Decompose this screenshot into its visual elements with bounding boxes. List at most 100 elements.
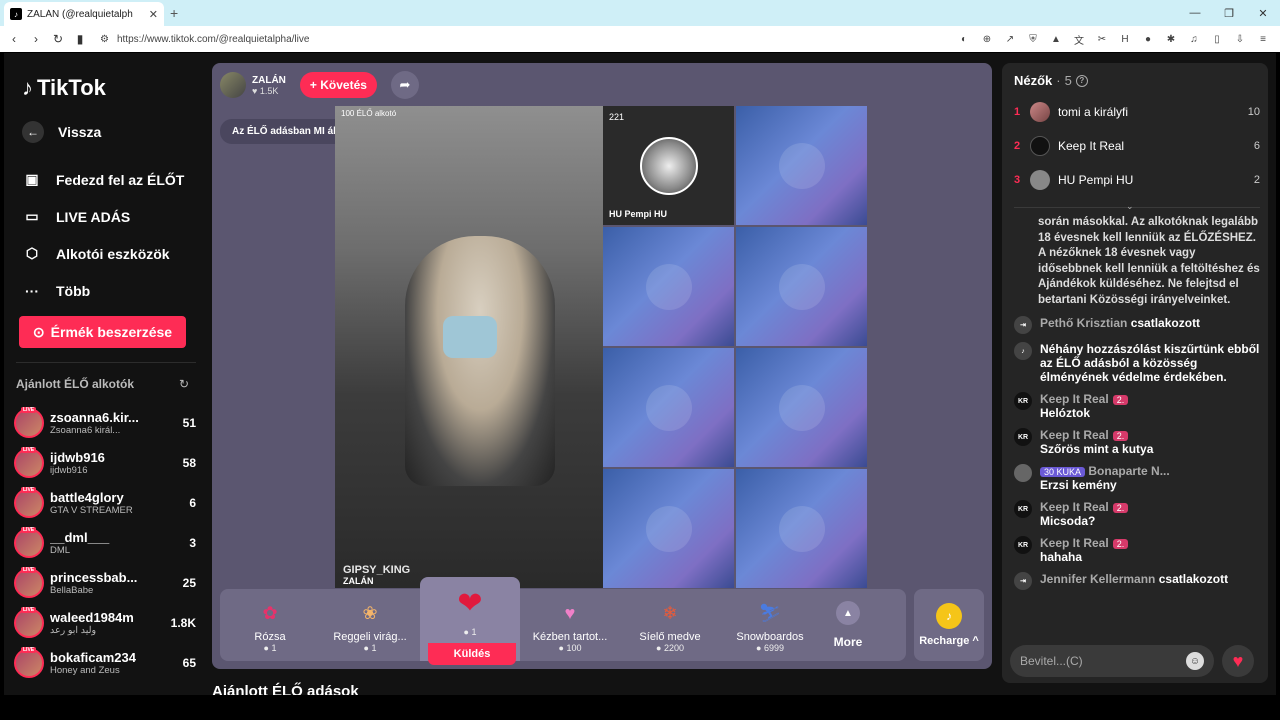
bookmark-icon[interactable]: ▮ [72, 31, 88, 47]
chevron-down-icon[interactable]: ⌄ [1126, 201, 1134, 212]
creator-item[interactable]: LIVE ijdwb916 ijdwb916 58 [14, 443, 196, 483]
sidebar-icon[interactable]: ▯ [1210, 32, 1224, 46]
site-info-icon[interactable]: ⚙ [100, 34, 109, 45]
translate-icon[interactable]: 文 [1072, 32, 1086, 47]
sidebar-item-explore-live[interactable]: ▣ Fedezd fel az ÉLŐT [22, 161, 184, 198]
maximize-icon[interactable]: ❐ [1212, 0, 1246, 26]
video-viewer-count: 100 [341, 109, 355, 118]
gift-snowboarder[interactable]: ⛷ Snowboardos ● 6999 [720, 589, 820, 661]
creator-subtitle: BellaBabe [50, 585, 94, 596]
music-icon[interactable]: ♫ [1187, 32, 1201, 46]
sidebar-menu: ▣ Fedezd fel az ÉLŐT ▭ LIVE ADÁS ⬡ Alkot… [22, 161, 184, 309]
creator-name: __dml___ [50, 530, 110, 545]
chat-user[interactable]: Keep It Real [1040, 536, 1109, 550]
hls-icon[interactable]: H [1118, 32, 1132, 46]
creator-item[interactable]: LIVE zsoanna6.kir... Zsoanna6 királ... 51 [14, 403, 196, 443]
sidebar-item-creator-tools[interactable]: ⬡ Alkotói eszközök [22, 235, 184, 272]
viewer-score: 6 [1253, 140, 1260, 152]
chat-user[interactable]: Bonaparte N... [1088, 464, 1169, 478]
close-window-icon[interactable]: ✕ [1246, 0, 1280, 26]
creator-item[interactable]: LIVE bokaficam234 Honey and Zeus 65 [14, 643, 196, 683]
chat-user[interactable]: Pethő Krisztian [1040, 316, 1127, 330]
circle-icon[interactable]: ● [1141, 32, 1155, 46]
chat-user[interactable]: Keep It Real [1040, 392, 1109, 406]
new-tab-icon[interactable]: + [170, 5, 178, 21]
sidebar-item-live[interactable]: ▭ LIVE ADÁS [22, 198, 184, 235]
top-viewer-row[interactable]: 1 tomi a királyfi 10 [1014, 95, 1260, 129]
send-gift-button[interactable]: Küldés [428, 643, 516, 665]
close-tab-icon[interactable]: ✕ [149, 8, 158, 21]
back-icon[interactable]: ‹ [6, 31, 22, 47]
share-icon[interactable]: ➦ [390, 71, 419, 99]
address-bar[interactable]: ⚙ https://www.tiktok.com/@realquietalpha… [94, 29, 784, 49]
tiktok-note-icon: ♪ [22, 75, 33, 100]
tools-icon[interactable]: ✂ [1095, 32, 1109, 46]
host-likes: ♥ 1.5K [252, 85, 279, 96]
sidebar-item-more[interactable]: ··· Több [22, 272, 184, 309]
extension-icon[interactable]: ◐ [957, 32, 971, 46]
puzzle-icon[interactable]: ✱ [1164, 32, 1178, 46]
host-name[interactable]: ZALÁN [252, 75, 286, 86]
more-gifts-button[interactable]: ▲ More [820, 589, 876, 661]
empty-guest-slot[interactable] [736, 469, 867, 588]
creator-item[interactable]: LIVE princessbab... BellaBabe 25 [14, 563, 196, 603]
share-icon[interactable]: ↗ [1003, 32, 1017, 46]
live-video[interactable]: GIPSY_KING ZALÁN [335, 106, 603, 588]
empty-guest-slot[interactable] [736, 227, 867, 346]
empty-guest-slot[interactable] [736, 106, 867, 225]
viewers-label: Nézők [1014, 73, 1053, 88]
guest-cell[interactable]: 221 HU Pempi HU [603, 106, 734, 225]
back-button[interactable]: ← Vissza [22, 121, 101, 143]
empty-guest-slot[interactable] [736, 348, 867, 467]
triangle-icon[interactable]: ▲ [1049, 32, 1063, 46]
chat-user[interactable]: Keep It Real [1040, 500, 1109, 514]
download-icon[interactable]: ⇩ [1233, 32, 1247, 46]
gift-skiing-bear[interactable]: ❄ Síelő medve ● 2200 [620, 589, 720, 661]
menu-icon[interactable]: ≡ [1256, 32, 1270, 46]
top-viewer-row[interactable]: 3 HU Pempi HU 2 [1014, 163, 1260, 197]
creator-item[interactable]: LIVE __dml___ DML 3 [14, 523, 196, 563]
sidebar-item-label: Fedezd fel az ÉLŐT [56, 171, 185, 188]
chevron-up-icon: ▲ [836, 601, 860, 625]
shield-icon[interactable]: ⛨ [1026, 32, 1040, 46]
viewer-name: HU Pempi HU [1058, 173, 1134, 187]
help-icon[interactable]: ? [1075, 74, 1088, 87]
minimize-icon[interactable]: — [1178, 0, 1212, 26]
creator-item[interactable]: LIVE waleed1984m وليد ابو رعد 1.8K [14, 603, 196, 643]
user-placeholder-icon [778, 263, 825, 310]
creator-subtitle: Zsoanna6 királ... [50, 425, 121, 436]
refresh-icon[interactable]: ↻ [179, 377, 189, 391]
tab-title: ZALÁN (@realquietalph [27, 8, 133, 20]
tiktok-logo[interactable]: ♪ TikTok [22, 75, 106, 101]
chat-input[interactable]: Bevitel...(C) ☺ [1010, 645, 1214, 677]
like-heart-icon[interactable]: ♥ [1222, 645, 1254, 677]
empty-guest-slot[interactable] [603, 348, 734, 467]
gift-held-hands[interactable]: ♥ Kézben tartot... ● 100 [520, 589, 620, 661]
gift-morning-flower[interactable]: ❀ Reggeli virág... ● 1 [320, 589, 420, 661]
emoji-icon[interactable]: ☺ [1186, 652, 1204, 670]
user-placeholder-icon [778, 384, 825, 431]
viewer-count: 3 [189, 536, 196, 550]
empty-guest-slot[interactable] [603, 227, 734, 346]
forward-icon[interactable]: › [28, 31, 44, 47]
creator-item[interactable]: LIVE battle4glory GTA V STREAMER 6 [14, 483, 196, 523]
zoom-icon[interactable]: ⊕ [980, 32, 994, 46]
top-viewer-row[interactable]: 2 Keep It Real 6 [1014, 129, 1260, 163]
gift-price: ● 6999 [756, 643, 784, 653]
get-coins-button[interactable]: ⊙ Érmék beszerzése [19, 316, 186, 348]
avatar[interactable] [220, 72, 246, 98]
host-info: ZALÁN ♥ 1.5K + Követés ➦ [220, 71, 419, 99]
viewer-name: tomi a királyfi [1058, 105, 1129, 119]
empty-guest-slot[interactable] [603, 469, 734, 588]
recharge-button[interactable]: ♪ Recharge ^ [914, 589, 984, 661]
nav-bar: ‹ › ↻ ▮ ⚙ https://www.tiktok.com/@realqu… [0, 26, 1280, 52]
follow-button[interactable]: + Követés [299, 72, 377, 98]
browser-tab[interactable]: ♪ ZALÁN (@realquietalph ✕ [4, 2, 164, 26]
viewer-count: 51 [182, 416, 196, 430]
avatar [1030, 102, 1050, 122]
logo-text: TikTok [37, 75, 106, 100]
chat-user[interactable]: Jennifer Kellermann [1040, 572, 1155, 586]
chat-user[interactable]: Keep It Real [1040, 428, 1109, 442]
reload-icon[interactable]: ↻ [50, 31, 66, 47]
gift-rose[interactable]: ✿ Rózsa ● 1 [220, 589, 320, 661]
